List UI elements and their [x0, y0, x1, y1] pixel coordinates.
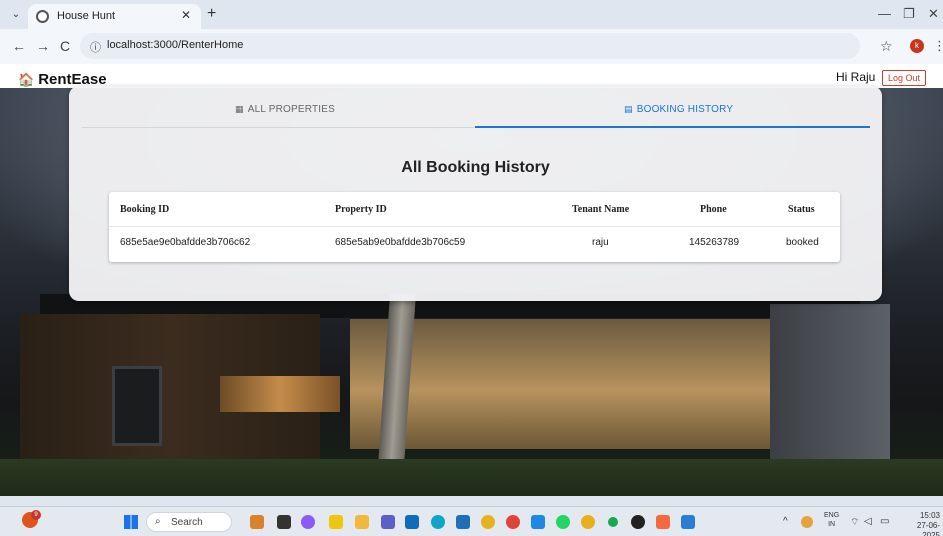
tab-all-properties[interactable]: ▦ ALL PROPERTIES [235, 104, 335, 115]
browser-toolbar: ← → C ⓘ localhost:3000/RenterHome ☆ k ⋮ [0, 29, 943, 64]
tray-overflow-icon[interactable]: ^ [783, 516, 788, 527]
column-header-booking-id: Booking ID [120, 204, 170, 215]
os-taskbar: 9 ⌕ Search ^ ENG IN ⌔ ◁ ▭ 15:03 27-06-20… [0, 506, 943, 536]
background-house-right [770, 304, 890, 474]
cell-tenant-name: raju [592, 237, 609, 248]
table-divider [109, 226, 840, 227]
chrome-icon[interactable] [481, 515, 495, 529]
cell-status: booked [786, 237, 819, 248]
tab-booking-history[interactable]: ▤ BOOKING HISTORY [624, 104, 733, 115]
page-title: All Booking History [401, 159, 550, 176]
browser-tab-title: House Hunt [57, 10, 116, 22]
chrome-profile-icon[interactable] [581, 515, 595, 529]
teams-icon[interactable] [381, 515, 395, 529]
brand-logo[interactable]: 🏠 RentEase [18, 71, 107, 88]
address-bar[interactable]: ⓘ localhost:3000/RenterHome [80, 33, 860, 59]
tab-search-dropdown-icon[interactable]: ⌄ [8, 7, 24, 23]
postman-icon[interactable] [656, 515, 670, 529]
page-viewport: 🏠 RentEase Hi Raju Log Out ▦ ALL PROPERTI… [0, 64, 943, 496]
search-icon: ⌕ [155, 516, 161, 527]
column-header-phone: Phone [700, 204, 727, 215]
properties-icon: ▦ [235, 104, 244, 114]
tabs-bar: ▦ ALL PROPERTIES ▤ BOOKING HISTORY [82, 98, 870, 128]
cell-phone: 145263789 [689, 237, 740, 248]
column-header-tenant-name: Tenant Name [572, 204, 630, 215]
word-icon[interactable] [681, 515, 695, 529]
background-house-glass [350, 319, 770, 449]
office-icon[interactable] [506, 515, 520, 529]
browser-menu-icon[interactable]: ⋮ [933, 38, 943, 54]
browser-tab-strip: ⌄ House Hunt ✕ + — ❐ ✕ [0, 0, 943, 29]
windows-start-icon[interactable] [124, 515, 138, 529]
sticky-app-icon[interactable] [329, 515, 343, 529]
site-info-icon[interactable]: ⓘ [90, 39, 101, 55]
battery-icon[interactable]: ▭ [880, 516, 889, 527]
active-tab-indicator [475, 126, 870, 128]
background-house-window [220, 376, 340, 412]
task-view-icon[interactable] [277, 515, 291, 529]
new-tab-button[interactable]: + [207, 5, 216, 23]
column-header-property-id: Property ID [335, 204, 387, 215]
logout-button[interactable]: Log Out [882, 70, 927, 86]
edge-icon[interactable] [431, 515, 445, 529]
house-icon: 🏠 [18, 71, 35, 87]
app-header [0, 64, 943, 88]
language-code: ENG [824, 512, 840, 519]
obs-icon[interactable] [631, 515, 645, 529]
background-house-door [112, 366, 162, 446]
wifi-icon[interactable]: ⌔ [850, 516, 859, 529]
whatsapp-icon[interactable] [556, 515, 570, 529]
brand-name: RentEase [38, 71, 107, 88]
vscode-icon[interactable] [531, 515, 545, 529]
tab-label: ALL PROPERTIES [247, 104, 335, 115]
outlook-icon[interactable] [405, 515, 419, 529]
browser-tab-active[interactable]: House Hunt ✕ [28, 4, 201, 29]
user-greeting: Hi Raju [836, 70, 876, 84]
profile-avatar[interactable]: k [910, 39, 924, 53]
back-arrow-icon[interactable]: ← [12, 38, 26, 54]
cell-property-id: 685e5ab9e0bafdde3b706c59 [335, 237, 466, 248]
language-indicator[interactable]: ENG IN [824, 511, 839, 529]
clock-time: 15:03 [919, 511, 940, 520]
background-lawn [0, 459, 943, 496]
close-window-button[interactable]: ✕ [928, 6, 939, 22]
clock-date: 27-06-2025 [916, 521, 940, 536]
forward-arrow-icon[interactable]: → [36, 38, 50, 54]
globe-icon [36, 10, 49, 23]
minimize-window-button[interactable]: — [878, 6, 891, 21]
system-clock[interactable]: 15:03 27-06-2025 [900, 511, 940, 536]
copilot-icon[interactable] [301, 515, 315, 529]
booking-table: Booking ID Property ID Tenant Name Phone… [109, 192, 840, 262]
taskbar-search-label: Search [171, 517, 203, 528]
volume-icon[interactable]: ◁ [864, 516, 872, 527]
file-explorer-icon[interactable] [355, 515, 369, 529]
weather-badge: 9 [31, 510, 41, 520]
taskbar-search[interactable]: ⌕ Search [146, 512, 232, 532]
cell-booking-id: 685e5ae9e0bafdde3b706c62 [120, 237, 251, 248]
region-code: IN [828, 521, 836, 528]
restore-window-button[interactable]: ❐ [903, 6, 915, 22]
history-icon: ▤ [624, 104, 633, 114]
mongodb-icon[interactable] [608, 517, 618, 527]
tray-app-icon[interactable] [801, 516, 813, 528]
url-text[interactable]: localhost:3000/RenterHome [107, 39, 243, 51]
tab-label: BOOKING HISTORY [636, 104, 734, 115]
column-header-status: Status [788, 204, 815, 215]
widgets-icon[interactable] [250, 515, 264, 529]
tab-close-icon[interactable]: ✕ [181, 8, 191, 22]
renter-home-card: ▦ ALL PROPERTIES ▤ BOOKING HISTORY All Boo… [69, 86, 882, 301]
store-icon[interactable] [456, 515, 470, 529]
reload-icon[interactable]: C [60, 38, 70, 54]
bookmark-star-icon[interactable]: ☆ [880, 38, 893, 55]
